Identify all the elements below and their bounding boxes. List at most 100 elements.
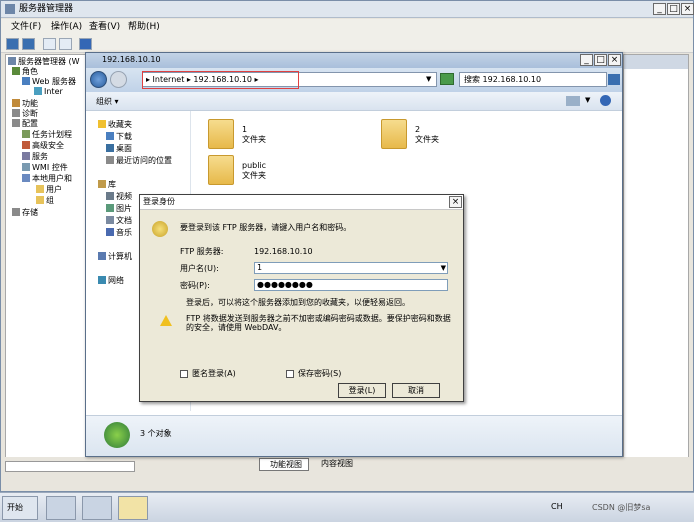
nav-desktop[interactable]: 桌面 <box>106 143 132 154</box>
nav-label: 库 <box>108 180 116 189</box>
features-icon <box>12 99 20 107</box>
tree-item-configuration[interactable]: 配置 <box>12 119 38 129</box>
tree-item-wmi[interactable]: WMI 控件 <box>22 163 68 173</box>
powershell-taskbar-icon[interactable] <box>82 496 112 520</box>
documents-icon <box>106 216 114 224</box>
dropdown-arrow-icon[interactable]: ▼ <box>441 263 446 273</box>
nav-pictures[interactable]: 图片 <box>106 203 132 214</box>
bottom-bar: 功能视图 内容视图 <box>1 457 693 477</box>
tree-label: 任务计划程 <box>32 130 72 139</box>
menu-file[interactable]: 文件(F) <box>11 19 41 35</box>
services-icon <box>22 152 30 160</box>
tree-label: 服务 <box>32 152 48 161</box>
tree-item-features[interactable]: 功能 <box>12 99 38 109</box>
minimize-icon[interactable]: _ <box>580 54 593 66</box>
search-icon[interactable] <box>608 74 620 85</box>
explorer-taskbar-icon[interactable] <box>118 496 148 520</box>
explorer-title: 192.168.10.10 <box>102 55 161 64</box>
file-item[interactable]: public 文件夹 <box>208 155 288 189</box>
menu-action[interactable]: 操作(A) <box>51 19 82 35</box>
tree-item-roles[interactable]: 角色 <box>12 67 38 77</box>
nav-computer[interactable]: 计算机 <box>98 251 132 262</box>
close-icon[interactable]: × <box>608 54 621 66</box>
close-icon[interactable]: × <box>449 196 462 208</box>
nav-library[interactable]: 库 <box>98 179 116 190</box>
maximize-icon[interactable]: □ <box>667 3 680 15</box>
tree-panel: 服务器管理器 (W 角色 Web 服务器 Inter 功能 诊断 配置 任务计划… <box>5 54 87 464</box>
forward-button[interactable] <box>110 71 127 88</box>
anonymous-checkbox[interactable] <box>180 370 188 378</box>
show-hide-tree-icon[interactable] <box>59 38 72 50</box>
tree-item-web-server[interactable]: Web 服务器 <box>22 77 76 87</box>
iis-icon <box>34 87 42 95</box>
tree-item-services[interactable]: 服务 <box>22 152 48 162</box>
login-dialog: 登录身份 × 要登录到该 FTP 服务器，请键入用户名和密码。 FTP 服务器:… <box>139 194 464 402</box>
username-field[interactable]: 1 ▼ <box>254 262 448 274</box>
language-indicator[interactable]: CH <box>551 502 563 511</box>
tab-feature-view[interactable]: 功能视图 <box>259 458 309 471</box>
view-dropdown-icon[interactable]: ▼ <box>585 96 590 104</box>
refresh-icon[interactable] <box>440 73 454 85</box>
nav-favorites[interactable]: 收藏夹 <box>98 119 132 130</box>
tree-item-users[interactable]: 用户 <box>36 185 62 195</box>
help-icon[interactable] <box>600 95 611 106</box>
nav-documents[interactable]: 文档 <box>106 215 132 226</box>
close-icon[interactable]: × <box>681 3 694 15</box>
details-pane: 3 个对象 <box>86 415 622 456</box>
view-icon[interactable] <box>566 96 580 106</box>
organize-button[interactable]: 组织 ▾ <box>96 96 119 107</box>
nav-label: 最近访问的位置 <box>116 156 172 165</box>
horizontal-scrollbar[interactable] <box>5 461 135 472</box>
outer-title: 服务器管理器 <box>19 4 74 14</box>
outer-title-bar: 服务器管理器 _ □ × <box>1 1 694 18</box>
login-button[interactable]: 登录(L) <box>338 383 386 398</box>
search-input[interactable]: 搜索 192.168.10.10 <box>459 72 607 87</box>
back-icon[interactable] <box>6 38 19 50</box>
file-type: 文件夹 <box>415 135 439 144</box>
forward-icon[interactable] <box>22 38 35 50</box>
tree-item-storage[interactable]: 存储 <box>12 208 38 218</box>
file-item[interactable]: 1 文件夹 <box>208 119 288 153</box>
tree-label: Inter <box>44 87 63 96</box>
nav-videos[interactable]: 视频 <box>106 191 132 202</box>
login-prompt: 要登录到该 FTP 服务器，请键入用户名和密码。 <box>180 223 352 232</box>
back-button[interactable] <box>90 71 107 88</box>
tree-item-internet[interactable]: Inter <box>34 87 63 97</box>
cancel-button[interactable]: 取消 <box>392 383 440 398</box>
actions-pane <box>623 54 689 464</box>
folder-icon <box>381 119 407 149</box>
nav-label: 收藏夹 <box>108 120 132 129</box>
minimize-icon[interactable]: _ <box>653 3 666 15</box>
nav-music[interactable]: 音乐 <box>106 227 132 238</box>
password-field[interactable]: ●●●●●●●● <box>254 279 448 291</box>
computer-icon <box>98 252 106 260</box>
tab-content-view[interactable]: 内容视图 <box>311 458 361 471</box>
menu-view[interactable]: 查看(V) <box>89 19 120 35</box>
file-item[interactable]: 2 文件夹 <box>381 119 461 153</box>
save-password-checkbox[interactable] <box>286 370 294 378</box>
dialog-title: 登录身份 <box>143 197 175 206</box>
tree-item-server-manager[interactable]: 服务器管理器 (W <box>8 57 80 67</box>
nav-network[interactable]: 网络 <box>98 275 124 286</box>
item-count: 3 个对象 <box>140 429 172 438</box>
start-button[interactable]: 开始 <box>2 496 38 520</box>
help-icon[interactable] <box>79 38 92 50</box>
nav-label: 下载 <box>116 132 132 141</box>
up-folder-icon[interactable] <box>43 38 56 50</box>
nav-downloads[interactable]: 下载 <box>106 131 132 142</box>
tree-item-task-scheduler[interactable]: 任务计划程 <box>22 130 72 140</box>
firewall-icon <box>22 141 30 149</box>
tree-item-groups[interactable]: 组 <box>36 196 54 206</box>
folder-icon <box>36 185 44 193</box>
tree-item-firewall[interactable]: 高级安全 <box>22 141 64 151</box>
tree-item-local-users[interactable]: 本地用户和 <box>22 174 72 184</box>
username-label: 用户名(U): <box>180 264 219 273</box>
maximize-icon[interactable]: □ <box>594 54 607 66</box>
tree-item-diagnostics[interactable]: 诊断 <box>12 109 38 119</box>
dropdown-arrow-icon[interactable]: ▼ <box>426 75 431 83</box>
menu-help[interactable]: 帮助(H) <box>128 19 160 35</box>
actions-pane-header <box>624 55 688 69</box>
recent-places-icon <box>106 156 114 164</box>
nav-recent[interactable]: 最近访问的位置 <box>106 155 172 166</box>
server-manager-taskbar-icon[interactable] <box>46 496 76 520</box>
